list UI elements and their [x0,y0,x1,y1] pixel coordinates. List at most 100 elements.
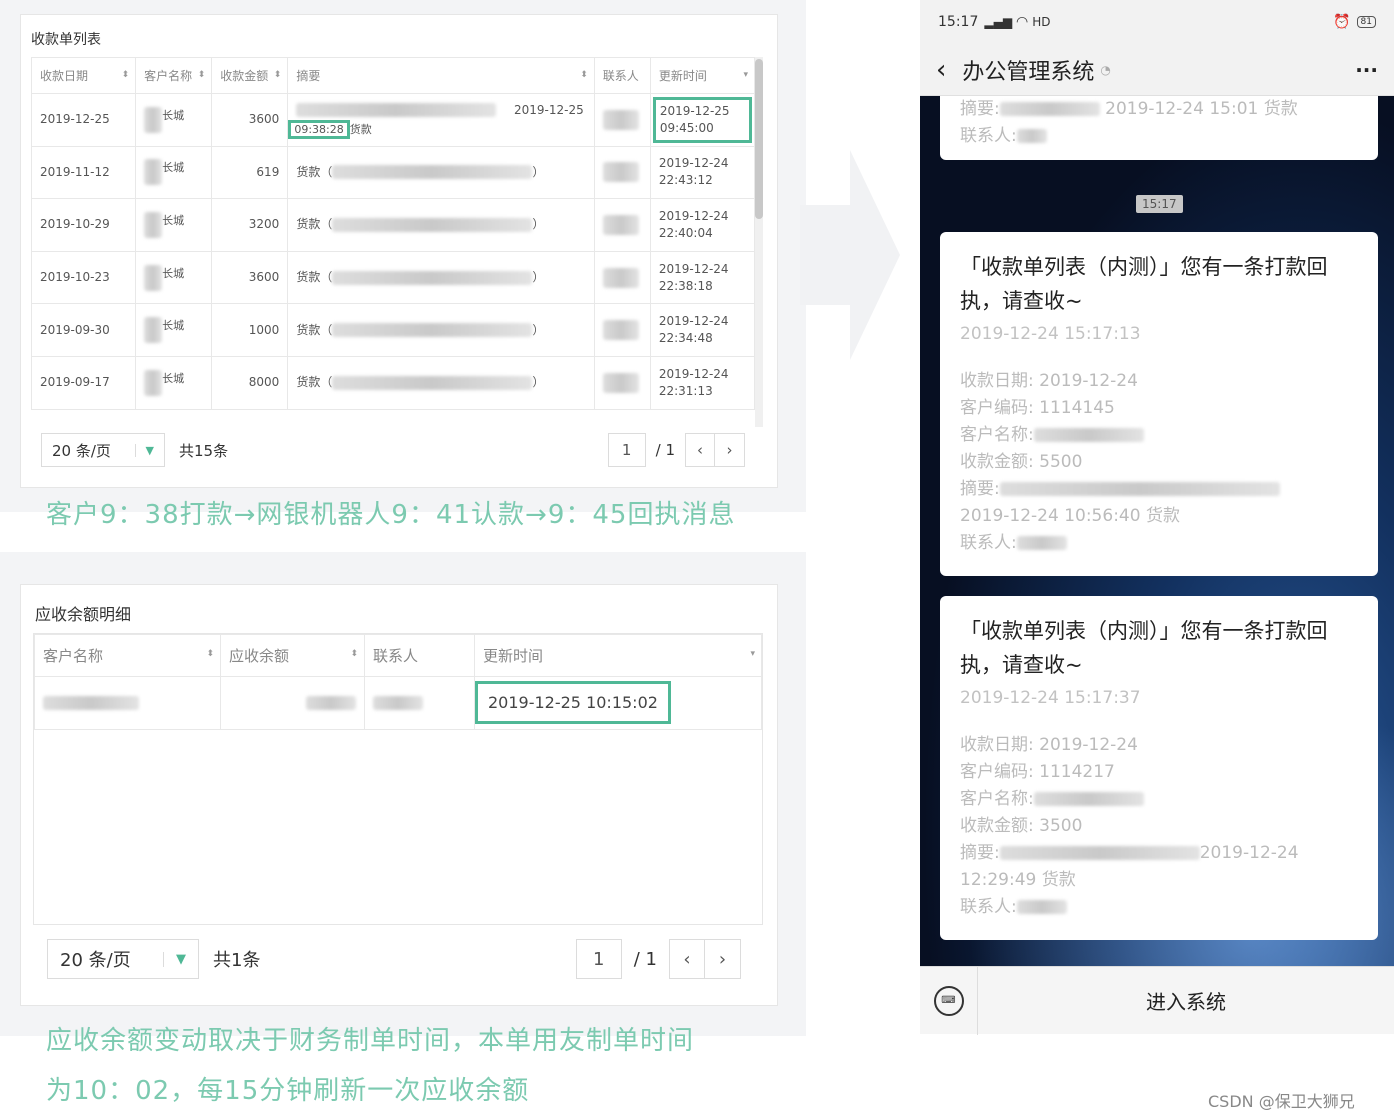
message-contact: 联系人: [960,530,1358,557]
cell-updated: 2019-12-24 22:43:12 [649,145,755,200]
page-input[interactable]: 1 [607,433,646,467]
chevron-left-icon: ‹ [683,948,691,970]
chevron-left-icon: ‹ [697,441,703,459]
chat-title-bar: ‹ 办公管理系统 ◔ ··· [920,44,1394,96]
cell-balance [220,676,365,730]
cell-updated: 2019-12-25 09:45:00 [649,93,755,147]
cell-amount: 8000 [211,355,289,410]
message-time: 2019-12-24 15:17:37 [960,688,1141,708]
enter-system-button[interactable]: 进入系统 [978,986,1394,1015]
cell-date: 2019-10-23 [31,250,137,305]
cell-date: 2019-10-29 [31,198,137,252]
vertical-scrollbar[interactable] [755,57,763,427]
status-bar: 15:17 ▂▄▆ ◠ HD ⏰ 81 [920,0,1394,44]
table-row[interactable]: 2019-12-25 长城 3600 2019-12-25 09:38:28 货款… [31,93,755,147]
cell-contact [364,676,475,730]
cell-summary: 货款（） [287,355,595,410]
cell-contact [593,355,651,410]
cell-updated: 2019-12-25 10:15:02 [474,676,762,730]
cell-updated: 2019-12-24 22:40:04 [649,198,755,252]
alarm-icon: ⏰ [1333,14,1351,30]
more-button[interactable]: ··· [1355,58,1378,82]
message-contact: 联系人: [960,894,1358,921]
cell-customer: 长城 [135,250,213,305]
col-header-amount[interactable]: 收款金额 ⬍ [211,57,289,94]
cell-date: 2019-11-12 [31,145,137,200]
col-header-updated[interactable]: 更新时间 ▾ [649,57,755,94]
receipt-table-wrap: 收款日期 ⬍ 客户名称 ⬍ 收款金额 ⬍ 摘要 ⬍ 联系人 更新时间 ▾ 2019-12-… [31,57,755,427]
cell-contact [593,250,651,305]
cell-customer: 长城 [135,303,213,357]
table-row[interactable]: 2019-09-17 长城 8000 货款（） 2019-12-24 22:31:… [31,355,755,410]
table-row[interactable]: 2019-09-30 长城 1000 货款（） 2019-12-24 22:34:… [31,303,755,357]
highlight-pay-time: 09:38:28 [288,119,350,139]
prev-page-button[interactable]: ‹ [685,433,715,467]
next-page-button[interactable]: › [705,939,741,979]
cell-amount: 619 [211,145,289,200]
balance-table: 客户名称 ⬍ 应收余额 ⬍ 联系人 更新时间 ▾ 2019-12-25 10:15:0… [34,634,762,730]
page-total: / 1 [633,948,657,970]
official-badge-icon: ◔ [1100,62,1111,77]
cell-date: 2019-09-17 [31,355,137,410]
col-header-balance[interactable]: 应收余额 ⬍ [220,634,365,677]
keyboard-icon: ⌨ [933,985,964,1016]
total-count: 共15条 [179,441,229,460]
chevron-right-icon: › [726,441,733,459]
cell-contact [593,145,651,200]
message-card[interactable]: 「收款单列表（内测）」您有一条打款回执，请查收~ 2019-12-24 15:1… [940,232,1378,576]
col-header-contact[interactable]: 联系人 [593,57,651,94]
cell-summary: 2019-12-25 09:38:28 货款 [287,93,595,147]
back-button[interactable]: ‹ [936,55,946,85]
col-header-date[interactable]: 收款日期 ⬍ [31,57,137,94]
table-row[interactable]: 2019-11-12 长城 619 货款（） 2019-12-24 22:43:1… [31,145,755,200]
page-input[interactable]: 1 [575,939,622,979]
message-summary-cont: 2019-12-24 10:56:40 货款 [960,506,1180,526]
wifi-icon: ◠ [1016,14,1029,30]
balance-card: 应收余额明细 客户名称 ⬍ 应收余额 ⬍ 联系人 更新时间 ▾ 2019-12-25 … [20,584,778,1006]
cell-summary: 货款（） [287,303,595,357]
cell-summary: 货款（） [287,250,595,305]
col-header-contact[interactable]: 联系人 [364,634,475,677]
page-size-select[interactable]: 20 条/页 ▼ [41,433,165,467]
caption-balance-line2: 为10：02，每15分钟刷新一次应收余额 [46,1076,530,1106]
table-row[interactable]: 2019-10-29 长城 3200 货款（） 2019-12-24 22:40:… [31,198,755,252]
cell-updated: 2019-12-24 22:31:13 [649,355,755,410]
cell-amount: 3200 [211,198,289,252]
message-date: 收款日期: 2019-12-24 [960,735,1138,755]
prev-page-button[interactable]: ‹ [669,939,705,979]
col-header-customer[interactable]: 客户名称 ⬍ [135,57,213,94]
next-page-button[interactable]: › [715,433,745,467]
col-header-customer[interactable]: 客户名称 ⬍ [34,634,221,677]
cell-customer: 长城 [135,93,213,147]
highlight-receipt-time: 2019-12-25 09:45:00 [652,96,752,143]
col-header-summary[interactable]: 摘要 ⬍ [287,57,595,94]
cell-updated: 2019-12-24 22:34:48 [649,303,755,357]
cell-customer: 长城 [135,145,213,200]
page-size-select[interactable]: 20 条/页 ▼ [47,939,199,979]
page-total: / 1 [655,441,675,459]
cell-amount: 1000 [211,303,289,357]
message-amount: 收款金额: 3500 [960,816,1083,836]
keyboard-button[interactable]: ⌨ [920,966,978,1035]
table-row[interactable]: 2019-12-25 10:15:02 [34,676,762,730]
message-amount: 收款金额: 5500 [960,452,1083,472]
caption-flow: 客户9：38打款→网银机器人9：41认款→9：45回执消息 [46,500,736,530]
message-customer-name: 客户名称: [960,422,1358,449]
watermark: CSDN @保卫大狮兄 [1208,1092,1355,1111]
receipt-pager: 20 条/页 ▼ 共15条 1 / 1 ‹ › [41,433,745,467]
status-time: 15:17 [938,14,979,30]
message-title: 「收款单列表（内测）」您有一条打款回执，请查收~ [960,255,1328,313]
message-title: 「收款单列表（内测）」您有一条打款回执，请查收~ [960,619,1328,677]
receipt-table: 收款日期 ⬍ 客户名称 ⬍ 收款金额 ⬍ 摘要 ⬍ 联系人 更新时间 ▾ 2019-12-… [31,57,755,410]
cell-customer: 长城 [135,355,213,410]
message-summary: 摘要: [960,476,1358,503]
cell-updated: 2019-12-24 22:38:18 [649,250,755,305]
message-card-previous[interactable]: 摘要: 2019-12-24 15:01 货款 联系人: [940,96,1378,160]
table-row[interactable]: 2019-10-23 长城 3600 货款（） 2019-12-24 22:38:… [31,250,755,305]
message-customer-code: 客户编码: 1114217 [960,762,1115,782]
col-header-updated[interactable]: 更新时间 ▾ [474,634,762,677]
cell-contact [593,93,651,147]
chevron-down-icon: ▼ [134,443,164,457]
cell-date: 2019-12-25 [31,93,137,147]
message-card[interactable]: 「收款单列表（内测）」您有一条打款回执，请查收~ 2019-12-24 15:1… [940,596,1378,940]
